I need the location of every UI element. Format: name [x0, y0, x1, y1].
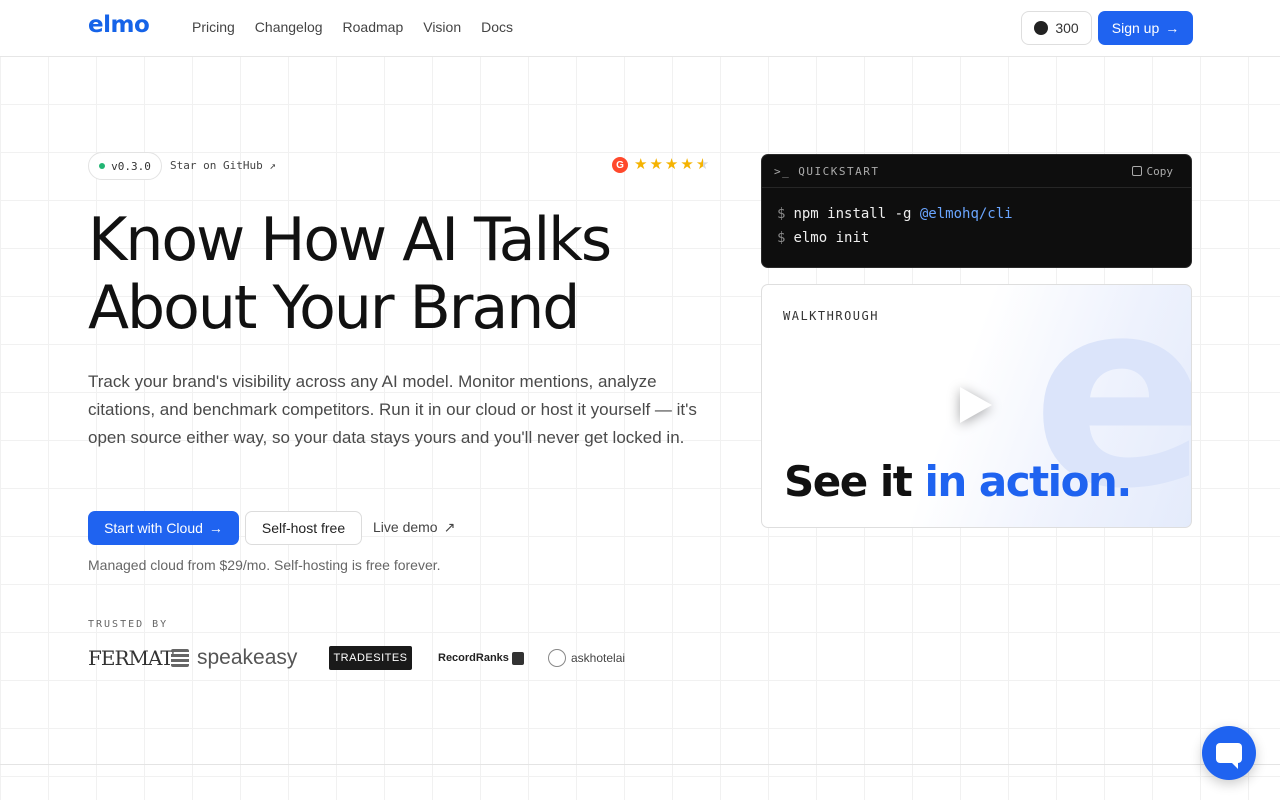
code-command: elmo init: [793, 230, 870, 246]
star-icon: ★: [634, 156, 648, 173]
brand-logo[interactable]: elmo: [88, 12, 150, 38]
g2-icon: G: [612, 157, 628, 173]
hero-title-line1: Know How AI Talks: [88, 205, 612, 275]
logo-recordranks: RecordRanks: [438, 651, 548, 665]
chat-icon: [1216, 743, 1242, 769]
walkthrough-heading-plain: See it: [784, 457, 925, 506]
logo-askhotelai: askhotelai: [548, 649, 625, 667]
start-with-cloud-button[interactable]: Start with Cloud →: [88, 511, 239, 545]
nav-roadmap[interactable]: Roadmap: [343, 19, 404, 35]
github-star-count: 300: [1055, 20, 1079, 36]
walkthrough-heading: See it in action.: [784, 457, 1132, 506]
status-dot: [99, 163, 106, 169]
trusted-by-label: TRUSTED BY: [88, 619, 169, 630]
code-package: @elmohq/cli: [919, 206, 1013, 222]
copy-label: Copy: [1146, 164, 1174, 178]
walkthrough-video-card[interactable]: e WALKTHROUGH See it in action.: [761, 284, 1192, 528]
arrow-right-icon: →: [208, 520, 223, 536]
main-nav: Pricing Changelog Roadmap Vision Docs: [192, 19, 513, 35]
walkthrough-heading-accent: in action.: [924, 457, 1132, 506]
star-icon: ★: [649, 156, 663, 173]
nav-vision[interactable]: Vision: [423, 19, 461, 35]
terminal-icon: >_: [774, 164, 791, 178]
star-icon: ★: [680, 156, 694, 173]
walkthrough-label: WALKTHROUGH: [783, 309, 879, 323]
github-icon: [1034, 21, 1049, 35]
start-with-cloud-label: Start with Cloud: [104, 520, 203, 536]
logo-tradesites: TRADESITES: [329, 646, 412, 670]
arrow-right-icon: →: [1165, 20, 1180, 36]
live-demo-label: Live demo: [373, 519, 438, 535]
arrow-up-right-icon: ↗: [443, 519, 456, 535]
chat-widget-button[interactable]: [1202, 726, 1256, 780]
signup-button[interactable]: Sign up →: [1098, 11, 1193, 45]
g2-rating[interactable]: G ★ ★ ★ ★ ★: [612, 157, 709, 173]
code-line: $ elmo init: [777, 226, 1176, 250]
brain-icon: [548, 649, 566, 667]
nav-pricing[interactable]: Pricing: [192, 19, 235, 35]
play-icon[interactable]: [960, 387, 992, 423]
section-divider: [0, 764, 1280, 765]
copy-button[interactable]: Copy: [1131, 164, 1174, 178]
github-stars-button[interactable]: 300: [1021, 11, 1092, 45]
live-demo-link[interactable]: Live demo ↗: [373, 519, 455, 536]
quickstart-card: >_ QUICKSTART Copy $ npm install -g @elmo…: [761, 154, 1192, 268]
prompt-symbol: $: [777, 206, 786, 222]
logo-fermat: FERMAT: [88, 646, 174, 670]
star-on-github-link[interactable]: Star on GitHub ↗: [170, 159, 276, 172]
version-label: v0.3.0: [111, 159, 151, 173]
logo-askhotelai-text: askhotelai: [571, 651, 626, 665]
star-icon: ★: [664, 156, 679, 173]
nav-changelog[interactable]: Changelog: [255, 19, 323, 35]
quickstart-title: QUICKSTART: [798, 164, 880, 178]
nav-docs[interactable]: Docs: [481, 19, 513, 35]
badge-icon: [511, 651, 524, 665]
code-line: $ npm install -g @elmohq/cli: [777, 202, 1176, 226]
stack-icon: [171, 649, 189, 667]
hero-title: Know How AI Talks About Your Brand: [88, 206, 728, 342]
code-command: npm install -g: [793, 206, 920, 222]
logo-recordranks-text: RecordRanks: [438, 652, 509, 664]
signup-label: Sign up: [1111, 20, 1160, 36]
logo-speakeasy-text: speakeasy: [197, 646, 298, 669]
hero-description: Track your brand's visibility across any…: [88, 372, 697, 447]
pricing-note: Managed cloud from $29/mo. Self-hosting …: [88, 557, 441, 573]
prompt-symbol: $: [777, 230, 786, 246]
hero-title-line2: About Your Brand: [88, 273, 580, 343]
half-star-icon: ★: [695, 156, 710, 173]
quickstart-header: >_ QUICKSTART Copy: [762, 155, 1191, 188]
version-badge[interactable]: v0.3.0: [88, 152, 162, 180]
site-header: elmo Pricing Changelog Roadmap Vision Do…: [0, 0, 1280, 57]
self-host-button[interactable]: Self-host free: [245, 511, 362, 545]
copy-icon: [1131, 166, 1142, 176]
customer-logos: FERMAT speakeasy TRADESITES RecordRanks …: [88, 644, 625, 672]
logo-speakeasy: speakeasy: [171, 646, 329, 670]
quickstart-code: $ npm install -g @elmohq/cli $ elmo init: [762, 188, 1191, 264]
